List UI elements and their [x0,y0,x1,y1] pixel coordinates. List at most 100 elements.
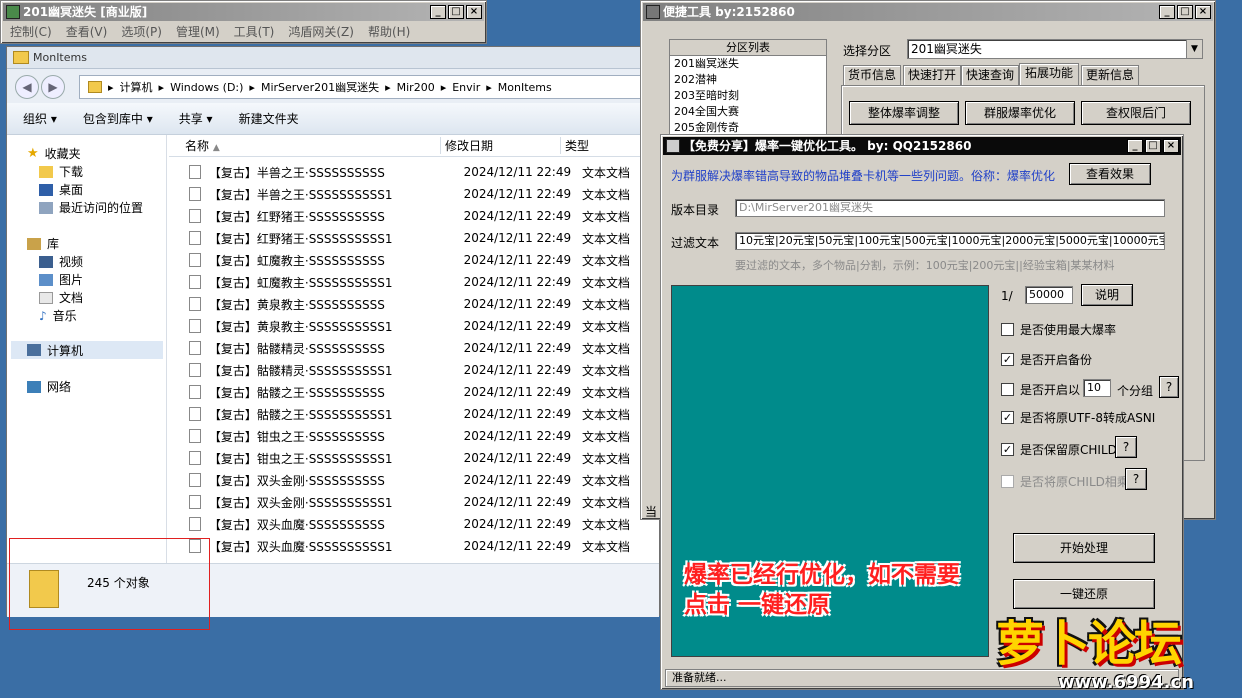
crumb-envir[interactable]: Envir [452,81,480,94]
file-date: 2024/12/11 22:49 [463,473,572,487]
menu-gateway[interactable]: 鸿盾网关(Z) [288,23,354,41]
file-row[interactable]: 【复古】红野猪王·SSSSSSSSSS 2024/12/11 22:49 文本文档 [169,205,661,227]
backup-checkbox[interactable]: ✓ 是否开启备份 [1001,351,1092,368]
maximize-button[interactable]: □ [1145,139,1161,153]
file-row[interactable]: 【复古】半兽之王·SSSSSSSSSS 2024/12/11 22:49 文本文档 [169,161,661,183]
start-process-button[interactable]: 开始处理 [1013,533,1155,563]
child-mul-help-button[interactable]: ? [1125,468,1147,490]
nav-desktop[interactable]: 桌面 [39,181,83,198]
partition-item[interactable]: 204全国大赛 [670,104,826,120]
column-date[interactable]: 修改日期 [441,137,561,154]
file-name: 【复古】黄泉教主·SSSSSSSSSS [208,297,385,312]
menu-help[interactable]: 帮助(H) [368,23,410,41]
child-multiply-checkbox[interactable]: 是否将原CHILD相乘 [1001,473,1129,490]
recent-places-icon [39,201,53,214]
tab-currency[interactable]: 货币信息 [843,65,901,85]
file-row[interactable]: 【复古】骷髅之王·SSSSSSSSSS1 2024/12/11 22:49 文本文档 [169,403,661,425]
nav-pictures[interactable]: 图片 [39,271,83,288]
menu-view[interactable]: 查看(V) [66,23,108,41]
file-row[interactable]: 【复古】钳虫之王·SSSSSSSSSS 2024/12/11 22:49 文本文档 [169,425,661,447]
menu-tools[interactable]: 工具(T) [234,23,275,41]
quick-tool-titlebar[interactable]: 便捷工具 by:2152860 [643,3,1213,21]
partition-list[interactable]: 分区列表 201幽冥迷失 202潜神 203至暗时刻 204全国大赛 205金刚… [669,39,827,139]
column-type[interactable]: 类型 [561,137,641,154]
close-button[interactable]: × [466,5,482,19]
file-row[interactable]: 【复古】黄泉教主·SSSSSSSSSS 2024/12/11 22:49 文本文档 [169,293,661,315]
file-row[interactable]: 【复古】双头血魔·SSSSSSSSSS 2024/12/11 22:49 文本文档 [169,513,661,535]
file-row[interactable]: 【复古】钳虫之王·SSSSSSSSSS1 2024/12/11 22:49 文本文档 [169,447,661,469]
view-effect-button[interactable]: 查看效果 [1069,163,1151,185]
utf8-checkbox[interactable]: ✓ 是否将原UTF-8转成ASNI [1001,409,1155,426]
keep-child-checkbox[interactable]: ✓ 是否保留原CHILD [1001,441,1117,458]
nav-recent[interactable]: 最近访问的位置 [39,199,143,216]
address-field[interactable]: ▸ 计算机 ▸ Windows (D:) ▸ MirServer201幽冥迷失 … [79,75,659,99]
file-row[interactable]: 【复古】半兽之王·SSSSSSSSSS1 2024/12/11 22:49 文本文档 [169,183,661,205]
minimize-button[interactable]: _ [1127,139,1143,153]
crumb-drive[interactable]: Windows (D:) [170,81,243,94]
group-rate-optimize-button[interactable]: 群服爆率优化 [965,101,1075,125]
file-row[interactable]: 【复古】双头金刚·SSSSSSSSSS 2024/12/11 22:49 文本文档 [169,469,661,491]
file-row[interactable]: 【复古】红野猪王·SSSSSSSSSS1 2024/12/11 22:49 文本文档 [169,227,661,249]
file-row[interactable]: 【复古】骷髅精灵·SSSSSSSSSS 2024/12/11 22:49 文本文档 [169,337,661,359]
crumb-monitems[interactable]: MonItems [498,81,552,94]
explain-button[interactable]: 说明 [1081,284,1133,306]
include-library-button[interactable]: 包含到库中 ▾ [83,110,153,127]
child-help-button[interactable]: ? [1115,436,1137,458]
text-file-icon [189,275,201,289]
ratio-input[interactable]: 50000 [1025,286,1073,304]
nav-music[interactable]: ♪ 音乐 [39,307,77,324]
partition-item[interactable]: 203至暗时刻 [670,88,826,104]
close-button[interactable]: × [1163,139,1179,153]
minimize-button[interactable]: _ [430,5,446,19]
crumb-computer[interactable]: 计算机 [120,79,153,95]
maximize-button[interactable]: □ [1177,5,1193,19]
explorer-titlebar[interactable]: MonItems [7,47,659,69]
group-help-button[interactable]: ? [1159,376,1179,398]
new-folder-button[interactable]: 新建文件夹 [239,110,299,127]
overall-rate-adjust-button[interactable]: 整体爆率调整 [849,101,959,125]
file-row[interactable]: 【复古】黄泉教主·SSSSSSSSSS1 2024/12/11 22:49 文本文档 [169,315,661,337]
back-button[interactable]: ◀ [15,75,39,99]
organize-button[interactable]: 组织 ▾ [23,110,57,127]
nav-library[interactable]: 库 [27,235,59,252]
partition-select[interactable]: 201幽冥迷失 ▼ [907,39,1203,59]
file-row[interactable]: 【复古】双头血魔·SSSSSSSSSS1 2024/12/11 22:49 文本文档 [169,535,661,557]
filter-text-input[interactable]: 10元宝|20元宝|50元宝|100元宝|500元宝|1000元宝|2000元宝… [735,232,1165,250]
minimize-button[interactable]: _ [1159,5,1175,19]
menu-manage[interactable]: 管理(M) [176,23,220,41]
crumb-mir200[interactable]: Mir200 [397,81,435,94]
tab-extensions[interactable]: 拓展功能 [1019,63,1079,87]
file-row[interactable]: 【复古】双头金刚·SSSSSSSSSS1 2024/12/11 22:49 文本文档 [169,491,661,513]
nav-computer[interactable]: 计算机 [11,341,163,359]
tab-updates[interactable]: 更新信息 [1081,65,1139,85]
close-button[interactable]: × [1195,5,1211,19]
partition-item[interactable]: 202潜神 [670,72,826,88]
menu-options[interactable]: 选项(P) [121,23,162,41]
forward-button[interactable]: ▶ [41,75,65,99]
nav-videos[interactable]: 视频 [39,253,83,270]
share-button[interactable]: 共享 ▾ [179,110,213,127]
file-row[interactable]: 【复古】虹魔教主·SSSSSSSSSS 2024/12/11 22:49 文本文档 [169,249,661,271]
menu-control[interactable]: 控制(C) [10,23,52,41]
main-server-titlebar[interactable]: 201幽冥迷失 [商业版] [3,3,484,21]
file-name: 【复古】虹魔教主·SSSSSSSSSS [208,253,385,268]
group-count-input[interactable]: 10 [1083,379,1111,397]
partition-item[interactable]: 201幽冥迷失 [670,56,826,72]
nav-downloads[interactable]: 下载 [39,163,83,180]
file-row[interactable]: 【复古】骷髅之王·SSSSSSSSSS 2024/12/11 22:49 文本文档 [169,381,661,403]
column-name[interactable]: 名称 ▲ [169,137,441,154]
file-row[interactable]: 【复古】虹魔教主·SSSSSSSSSS1 2024/12/11 22:49 文本文档 [169,271,661,293]
tab-quick-open[interactable]: 快速打开 [903,65,961,85]
maximize-button[interactable]: □ [448,5,464,19]
file-row[interactable]: 【复古】骷髅精灵·SSSSSSSSSS1 2024/12/11 22:49 文本文档 [169,359,661,381]
optimizer-titlebar[interactable]: 【免费分享】爆率一键优化工具。 by: QQ2152860 [663,137,1181,155]
version-dir-input[interactable]: D:\MirServer201幽冥迷失 [735,199,1165,217]
crumb-mirserver[interactable]: MirServer201幽冥迷失 [261,79,379,95]
nav-network[interactable]: 网络 [27,378,71,395]
nav-documents[interactable]: 文档 [39,289,83,306]
tab-quick-query[interactable]: 快速查询 [961,65,1019,85]
group-checkbox[interactable]: 是否开启以 [1001,381,1080,398]
max-rate-checkbox[interactable]: 是否使用最大爆率 [1001,321,1116,338]
nav-favorites[interactable]: ★ 收藏夹 [27,145,81,162]
check-backdoor-button[interactable]: 查权限后门 [1081,101,1191,125]
